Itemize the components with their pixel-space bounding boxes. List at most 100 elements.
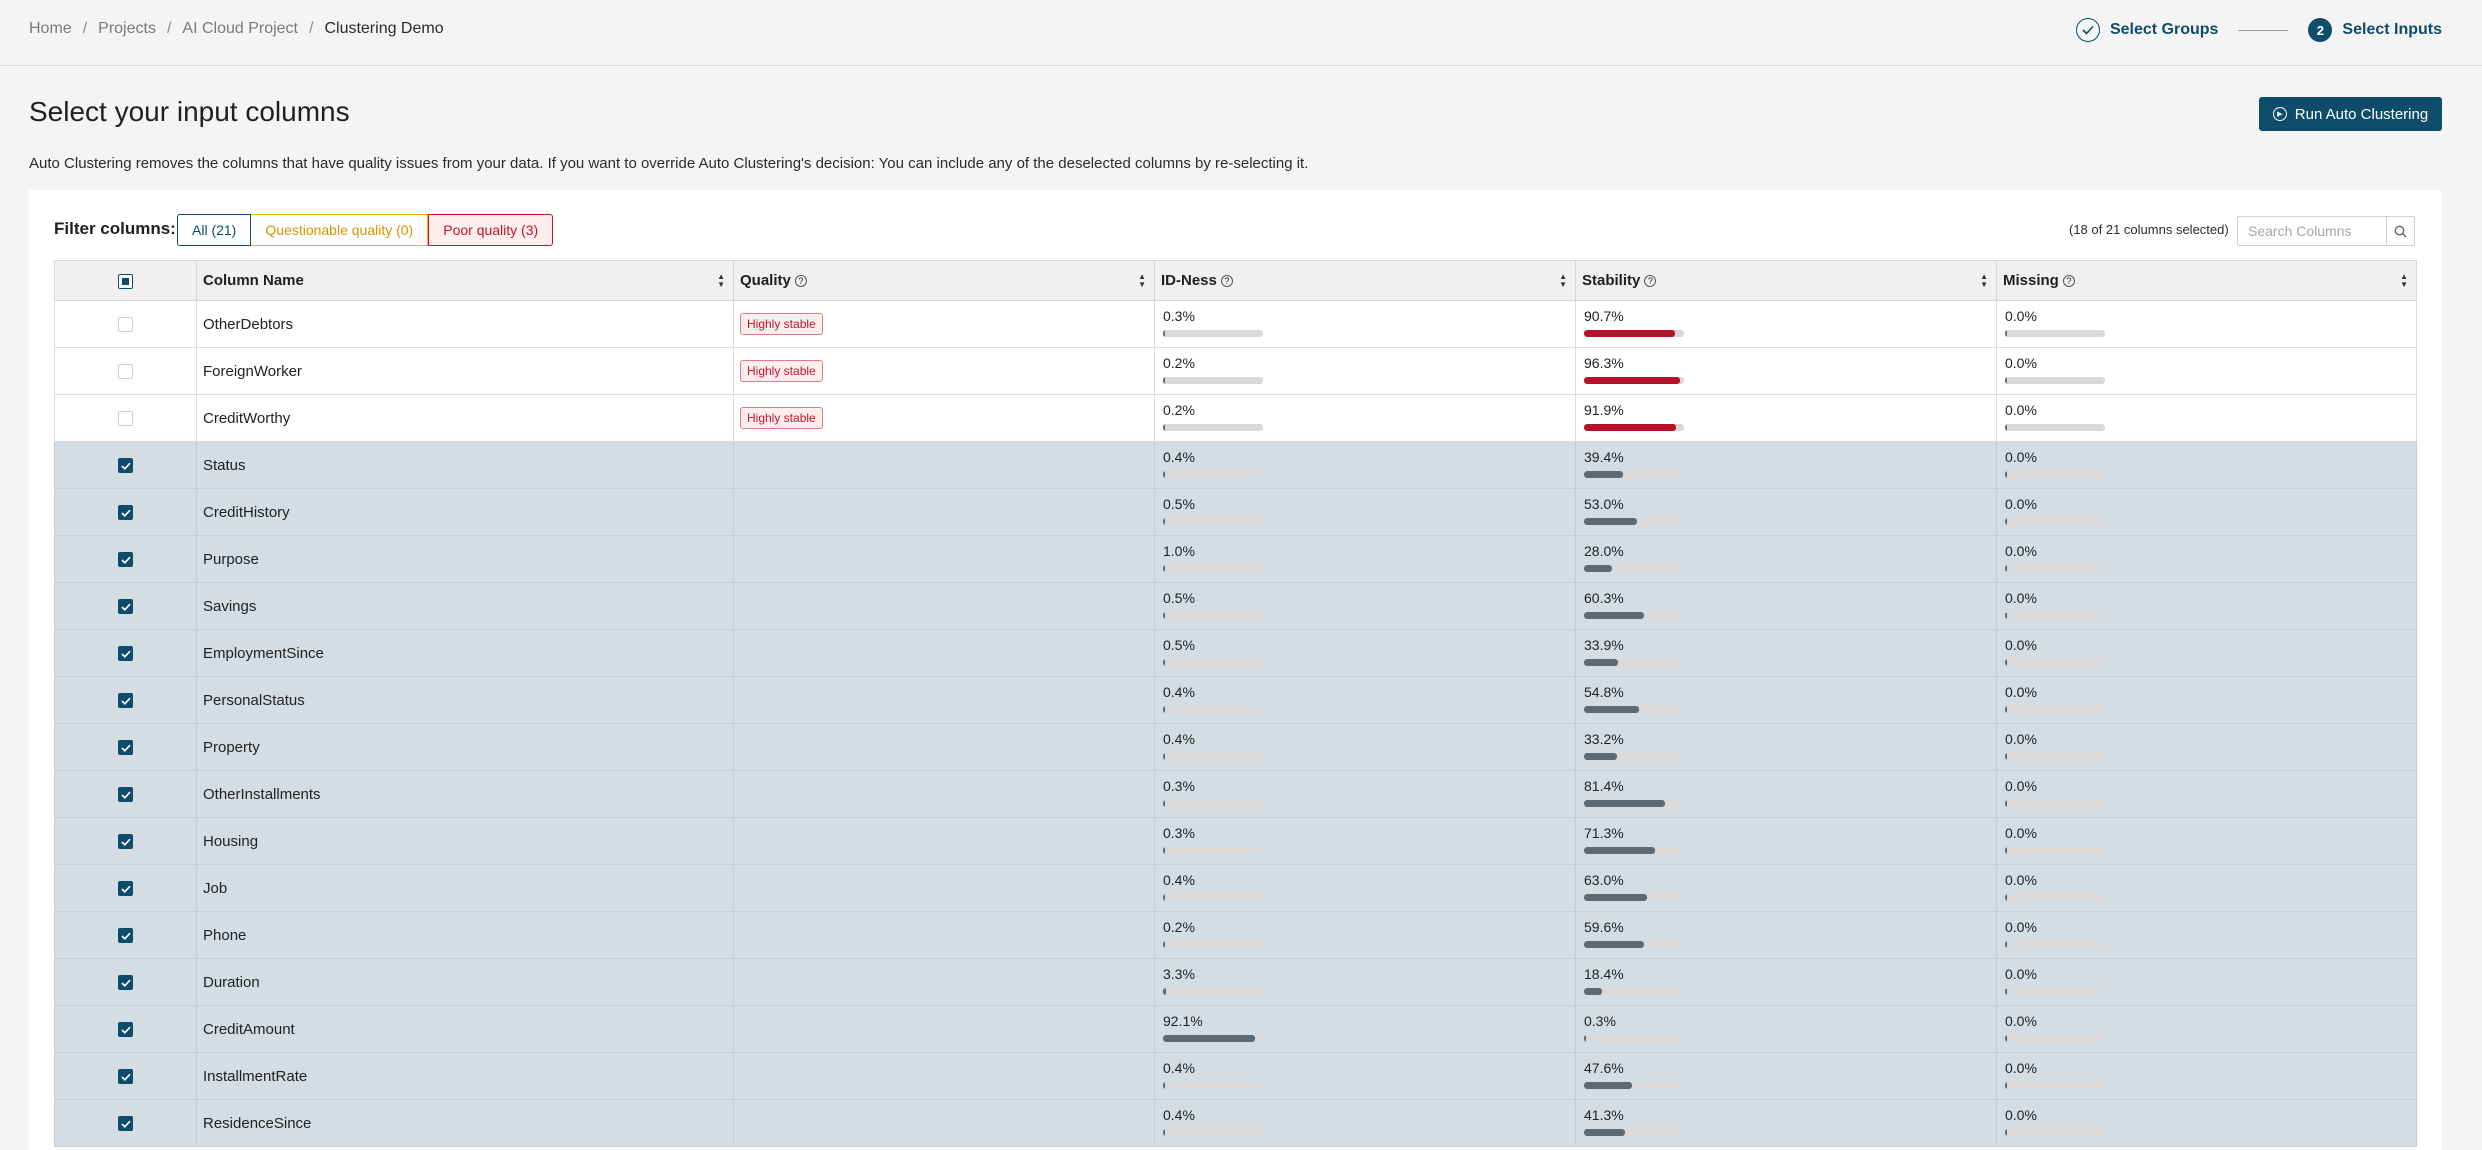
sort-icon[interactable]: ▲ ▼ xyxy=(1980,273,1988,289)
table-row[interactable]: Purpose 1.0% 28.0% 0.0% xyxy=(54,535,2417,583)
row-checkbox[interactable] xyxy=(118,552,133,568)
row-checkbox[interactable] xyxy=(118,928,133,944)
row-checkbox[interactable] xyxy=(118,505,133,521)
row-checkbox[interactable] xyxy=(118,317,133,333)
header-missing[interactable]: Missing? ▲ ▼ xyxy=(1996,260,2417,301)
id-ness-cell: 92.1% xyxy=(1154,1005,1576,1053)
top-bar: Home / Projects / AI Cloud Project / Clu… xyxy=(0,0,2482,66)
missing-cell: 0.0% xyxy=(1996,676,2417,724)
filter-chip-all[interactable]: All (21) xyxy=(177,214,252,246)
table-row[interactable]: Status 0.4% 39.4% 0.0% xyxy=(54,441,2417,489)
column-name-cell: CreditHistory xyxy=(196,488,734,536)
help-icon[interactable]: ? xyxy=(794,275,807,287)
table-row[interactable]: ResidenceSince 0.4% 41.3% 0.0% xyxy=(54,1099,2417,1147)
stability-cell: 33.2% xyxy=(1575,723,1997,771)
quality-cell: Highly stable xyxy=(733,347,1155,395)
row-checkbox[interactable] xyxy=(118,1069,133,1085)
header-quality[interactable]: Quality? ▲ ▼ xyxy=(733,260,1155,301)
select-all-checkbox[interactable] xyxy=(118,273,133,289)
sort-icon[interactable]: ▲ ▼ xyxy=(1559,273,1567,289)
stability-metric: 47.6% xyxy=(1582,1060,1990,1092)
row-checkbox[interactable] xyxy=(118,881,133,897)
help-icon[interactable]: ? xyxy=(2062,275,2075,287)
id-ness-metric: 1.0% xyxy=(1161,543,1569,575)
row-checkbox[interactable] xyxy=(118,1022,133,1038)
id-ness-bar-fill xyxy=(1163,659,1165,666)
step-select-inputs[interactable]: Select Inputs xyxy=(2342,21,2442,39)
column-name: CreditHistory xyxy=(203,503,290,521)
table-row[interactable]: OtherInstallments 0.3% 81.4% 0.0% xyxy=(54,770,2417,818)
id-ness-value: 0.2% xyxy=(1163,919,1195,935)
missing-bar-fill xyxy=(2005,941,2007,948)
stability-bar-track xyxy=(1584,1035,1684,1042)
stability-cell: 59.6% xyxy=(1575,911,1997,959)
table-row[interactable]: PersonalStatus 0.4% 54.8% 0.0% xyxy=(54,676,2417,724)
select-all-header xyxy=(54,260,197,301)
filter-chip-poor[interactable]: Poor quality (3) xyxy=(428,214,554,246)
help-icon[interactable]: ? xyxy=(1644,275,1657,287)
table-row[interactable]: Housing 0.3% 71.3% 0.0% xyxy=(54,817,2417,865)
help-icon[interactable]: ? xyxy=(1220,275,1233,287)
row-checkbox[interactable] xyxy=(118,834,133,850)
step-number-badge: 2 xyxy=(2308,18,2333,42)
sort-icon[interactable]: ▲ ▼ xyxy=(1138,273,1146,289)
stability-cell: 91.9% xyxy=(1575,394,1997,442)
column-name-cell: PersonalStatus xyxy=(196,676,734,724)
search-icon[interactable] xyxy=(2386,217,2414,245)
header-stability[interactable]: Stability? ▲ ▼ xyxy=(1575,260,1997,301)
table-row[interactable]: OtherDebtors Highly stable 0.3% 90.7% 0.0% xyxy=(54,300,2417,348)
header-id-ness[interactable]: ID-Ness? ▲ ▼ xyxy=(1154,260,1576,301)
missing-bar-track xyxy=(2005,659,2105,666)
missing-bar-track xyxy=(2005,894,2105,901)
stability-cell: 54.8% xyxy=(1575,676,1997,724)
column-name-cell: Property xyxy=(196,723,734,771)
table-row[interactable]: ForeignWorker Highly stable 0.2% 96.3% 0.0% xyxy=(54,347,2417,395)
missing-value: 0.0% xyxy=(2005,590,2037,606)
table-row[interactable]: Savings 0.5% 60.3% 0.0% xyxy=(54,582,2417,630)
row-checkbox-cell xyxy=(54,347,197,395)
breadcrumb-projects[interactable]: Projects xyxy=(98,20,156,38)
table-row[interactable]: Property 0.4% 33.2% 0.0% xyxy=(54,723,2417,771)
breadcrumb-home[interactable]: Home xyxy=(29,20,72,38)
id-ness-metric: 0.2% xyxy=(1161,402,1569,434)
row-checkbox[interactable] xyxy=(118,787,133,803)
table-row[interactable]: CreditHistory 0.5% 53.0% 0.0% xyxy=(54,488,2417,536)
table-row[interactable]: EmploymentSince 0.5% 33.9% 0.0% xyxy=(54,629,2417,677)
id-ness-metric: 0.5% xyxy=(1161,637,1569,669)
quality-cell xyxy=(733,864,1155,912)
row-checkbox[interactable] xyxy=(118,364,133,380)
table-row[interactable]: Job 0.4% 63.0% 0.0% xyxy=(54,864,2417,912)
sort-icon[interactable]: ▲ ▼ xyxy=(717,273,725,289)
row-checkbox[interactable] xyxy=(118,975,133,991)
search-input[interactable] xyxy=(2238,217,2386,245)
row-checkbox[interactable] xyxy=(118,740,133,756)
row-checkbox[interactable] xyxy=(118,411,133,427)
row-checkbox[interactable] xyxy=(118,458,133,474)
table-row[interactable]: CreditWorthy Highly stable 0.2% 91.9% 0.0% xyxy=(54,394,2417,442)
step-select-groups[interactable]: Select Groups xyxy=(2110,21,2218,39)
missing-bar-track xyxy=(2005,941,2105,948)
row-checkbox[interactable] xyxy=(118,599,133,615)
column-name: OtherDebtors xyxy=(203,315,294,333)
filter-chip-questionable[interactable]: Questionable quality (0) xyxy=(251,214,429,246)
table-row[interactable]: Duration 3.3% 18.4% 0.0% xyxy=(54,958,2417,1006)
column-name: Status xyxy=(203,456,246,474)
stability-bar-track xyxy=(1584,518,1684,525)
run-auto-clustering-button[interactable]: ▶ Run Auto Clustering xyxy=(2259,97,2442,131)
id-ness-value: 0.4% xyxy=(1163,1060,1195,1076)
table-row[interactable]: InstallmentRate 0.4% 47.6% 0.0% xyxy=(54,1052,2417,1100)
id-ness-cell: 0.4% xyxy=(1154,864,1576,912)
page-title: Select your input columns xyxy=(29,96,350,127)
row-checkbox[interactable] xyxy=(118,693,133,709)
row-checkbox[interactable] xyxy=(118,646,133,662)
check-icon xyxy=(2075,18,2100,42)
stability-metric: 60.3% xyxy=(1582,590,1990,622)
sort-icon[interactable]: ▲ ▼ xyxy=(2400,273,2408,289)
missing-metric: 0.0% xyxy=(2003,825,2410,857)
table-row[interactable]: CreditAmount 92.1% 0.3% 0.0% xyxy=(54,1005,2417,1053)
header-column-name[interactable]: Column Name ▲ ▼ xyxy=(196,260,734,301)
row-checkbox[interactable] xyxy=(118,1116,133,1132)
table-row[interactable]: Phone 0.2% 59.6% 0.0% xyxy=(54,911,2417,959)
breadcrumb-project[interactable]: AI Cloud Project xyxy=(182,20,298,38)
missing-cell: 0.0% xyxy=(1996,535,2417,583)
